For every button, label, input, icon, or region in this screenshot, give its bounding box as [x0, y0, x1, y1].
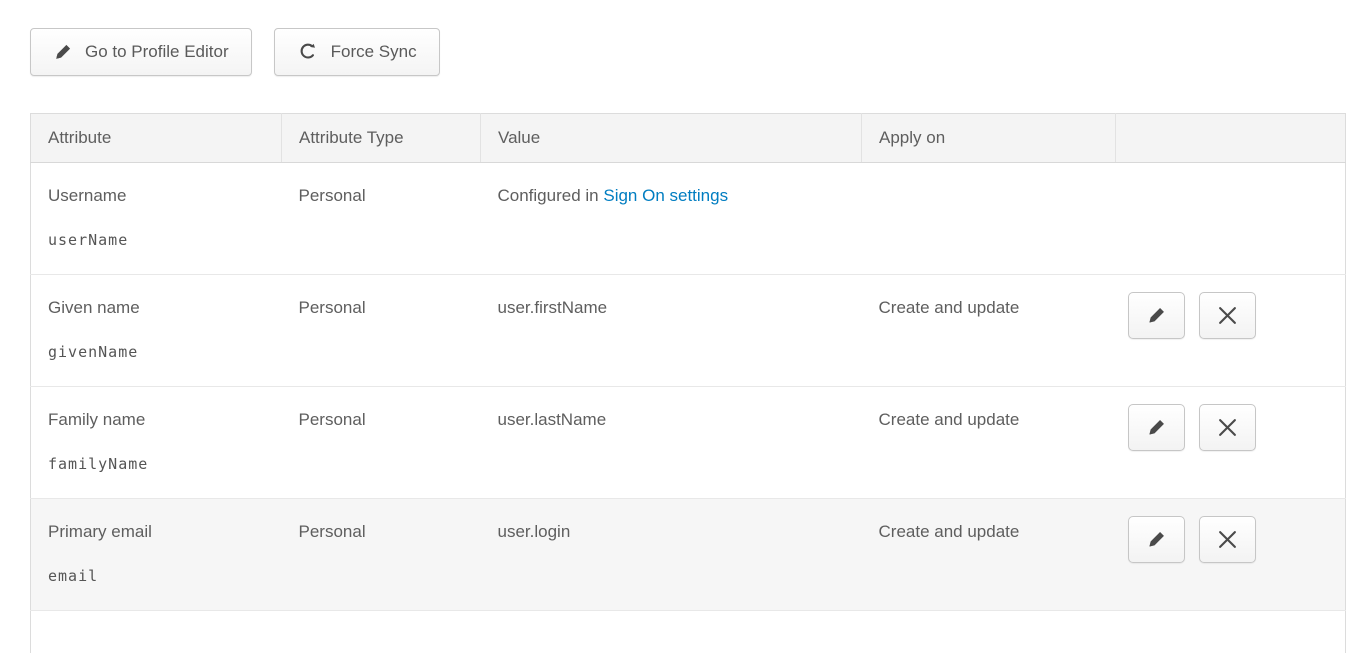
- remove-attribute-button[interactable]: [1199, 292, 1256, 339]
- apply-on-cell: [862, 163, 1116, 275]
- apply-on-text: Create and update: [879, 410, 1116, 430]
- go-to-profile-editor-button[interactable]: Go to Profile Editor: [30, 28, 252, 76]
- attribute-type: Personal: [299, 298, 481, 318]
- go-to-profile-editor-label: Go to Profile Editor: [85, 42, 229, 62]
- column-header-attribute: Attribute: [31, 114, 282, 163]
- force-sync-label: Force Sync: [331, 42, 417, 62]
- edit-attribute-button[interactable]: [1128, 404, 1185, 451]
- apply-on-text: Create and update: [879, 298, 1116, 318]
- close-icon: [1218, 530, 1237, 549]
- attribute-cell: Primary email email: [31, 499, 282, 611]
- edit-attribute-button[interactable]: [1128, 516, 1185, 563]
- apply-on-cell: Create and update: [862, 275, 1116, 387]
- attribute-type-cell: Personal: [282, 387, 481, 499]
- table-row-family-name: Family name familyName Personal user.las…: [31, 387, 1346, 499]
- partial-row-cell: [31, 611, 1346, 653]
- pencil-icon: [1146, 529, 1167, 550]
- remove-attribute-button[interactable]: [1199, 404, 1256, 451]
- close-icon: [1218, 418, 1237, 437]
- value-text: user.lastName: [498, 410, 862, 430]
- value-text: user.login: [498, 522, 862, 542]
- actions-cell: [1116, 387, 1346, 499]
- attribute-label: Username: [48, 186, 282, 206]
- attribute-type: Personal: [299, 522, 481, 542]
- force-sync-button[interactable]: Force Sync: [274, 28, 440, 76]
- apply-on-cell: Create and update: [862, 499, 1116, 611]
- actions-cell: [1116, 499, 1346, 611]
- column-header-attribute-type: Attribute Type: [282, 114, 481, 163]
- refresh-icon: [297, 41, 319, 63]
- attribute-label: Given name: [48, 298, 282, 318]
- table-row-primary-email: Primary email email Personal user.login …: [31, 499, 1346, 611]
- attribute-label: Family name: [48, 410, 282, 430]
- toolbar: Go to Profile Editor Force Sync: [30, 28, 440, 76]
- column-header-actions: [1116, 114, 1346, 163]
- value-cell: user.login: [481, 499, 862, 611]
- attribute-variable: userName: [48, 231, 282, 249]
- column-header-value: Value: [481, 114, 862, 163]
- sign-on-settings-link[interactable]: Sign On settings: [603, 186, 728, 205]
- attribute-cell: Family name familyName: [31, 387, 282, 499]
- attribute-type-cell: Personal: [282, 499, 481, 611]
- attribute-variable: email: [48, 567, 282, 585]
- table-header-row: Attribute Attribute Type Value Apply on: [31, 114, 1346, 163]
- close-icon: [1218, 306, 1237, 325]
- value-text: Configured in: [498, 186, 599, 205]
- actions-cell: [1116, 275, 1346, 387]
- attribute-cell: Given name givenName: [31, 275, 282, 387]
- pencil-icon: [1146, 417, 1167, 438]
- value-cell: Configured in Sign On settings: [481, 163, 862, 275]
- attribute-type: Personal: [299, 410, 481, 430]
- actions-cell: [1116, 163, 1346, 275]
- pencil-icon: [53, 42, 73, 62]
- value-cell: user.firstName: [481, 275, 862, 387]
- pencil-icon: [1146, 305, 1167, 326]
- apply-on-cell: Create and update: [862, 387, 1116, 499]
- edit-attribute-button[interactable]: [1128, 292, 1185, 339]
- attribute-cell: Username userName: [31, 163, 282, 275]
- attribute-variable: familyName: [48, 455, 282, 473]
- attribute-type: Personal: [299, 186, 481, 206]
- attribute-type-cell: Personal: [282, 275, 481, 387]
- apply-on-text: Create and update: [879, 522, 1116, 542]
- value-text: user.firstName: [498, 298, 862, 318]
- table-row-given-name: Given name givenName Personal user.first…: [31, 275, 1346, 387]
- remove-attribute-button[interactable]: [1199, 516, 1256, 563]
- table-row-partial: [31, 611, 1346, 653]
- attribute-type-cell: Personal: [282, 163, 481, 275]
- table-row-username: Username userName Personal Configured in…: [31, 163, 1346, 275]
- attribute-mapping-table: Attribute Attribute Type Value Apply on …: [30, 113, 1345, 653]
- column-header-apply-on: Apply on: [862, 114, 1116, 163]
- attribute-label: Primary email: [48, 522, 282, 542]
- attribute-variable: givenName: [48, 343, 282, 361]
- value-cell: user.lastName: [481, 387, 862, 499]
